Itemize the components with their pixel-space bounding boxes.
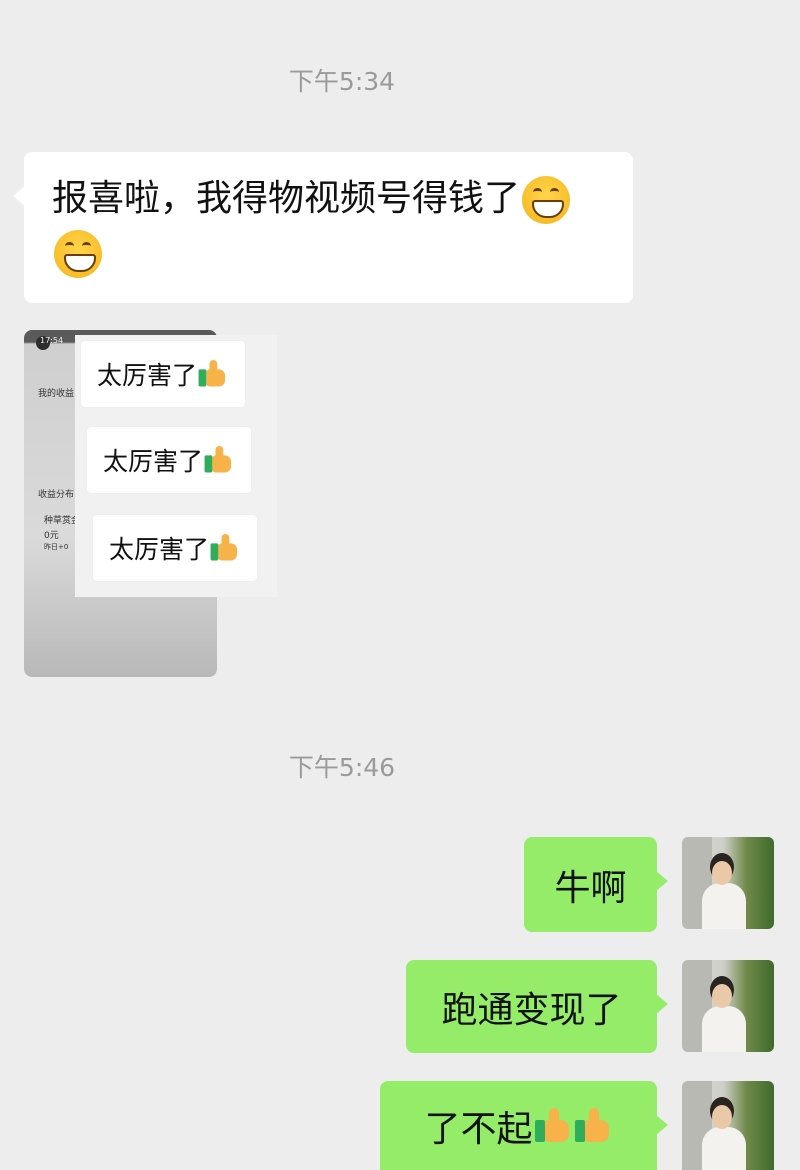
sticker-text: 太厉害了 [109,535,210,564]
grinning-face-icon [54,230,102,278]
message-text: 跑通变现了 [441,989,622,1031]
grinning-face-icon [522,176,571,224]
thumbs-up-icon [203,444,234,475]
status-time: 17:54 [40,336,64,345]
outgoing-message-bubble[interactable]: 跑通变现了 [406,960,668,1053]
thumbs-up-icon [209,532,240,563]
message-text: 了不起 [424,1108,533,1150]
timestamp: 下午5:34 [288,67,396,96]
thumbs-up-icon [573,1106,613,1146]
image-label: 昨日+0 [44,543,69,551]
incoming-message-bubble[interactable]: 报喜啦，我得物视频号得钱了 [13,152,633,303]
outgoing-message-bubble[interactable]: 了不起 [380,1081,668,1170]
sticker-bubble: 太厉害了 [81,341,246,407]
timestamp: 下午5:46 [288,753,396,782]
sticker-image[interactable]: 太厉害了 太厉害了 太厉害了 [75,335,277,597]
message-text: 牛啊 [554,867,627,909]
sticker-text: 太厉害了 [97,361,198,390]
avatar[interactable] [682,960,774,1052]
thumbs-up-icon [197,358,228,389]
thumbs-up-icon [533,1106,573,1146]
sticker-text: 太厉害了 [103,447,204,476]
sticker-bubble: 太厉害了 [93,515,258,581]
avatar[interactable] [682,1081,774,1170]
image-label: 我的收益 [38,389,75,399]
message-text: 报喜啦，我得物视频号得钱了 [52,178,521,219]
image-label: 收益分布 [38,490,75,500]
sticker-bubble: 太厉害了 [87,427,252,493]
outgoing-message-bubble[interactable]: 牛啊 [524,837,668,932]
image-label: 0元 [44,531,59,541]
avatar[interactable] [682,837,774,929]
